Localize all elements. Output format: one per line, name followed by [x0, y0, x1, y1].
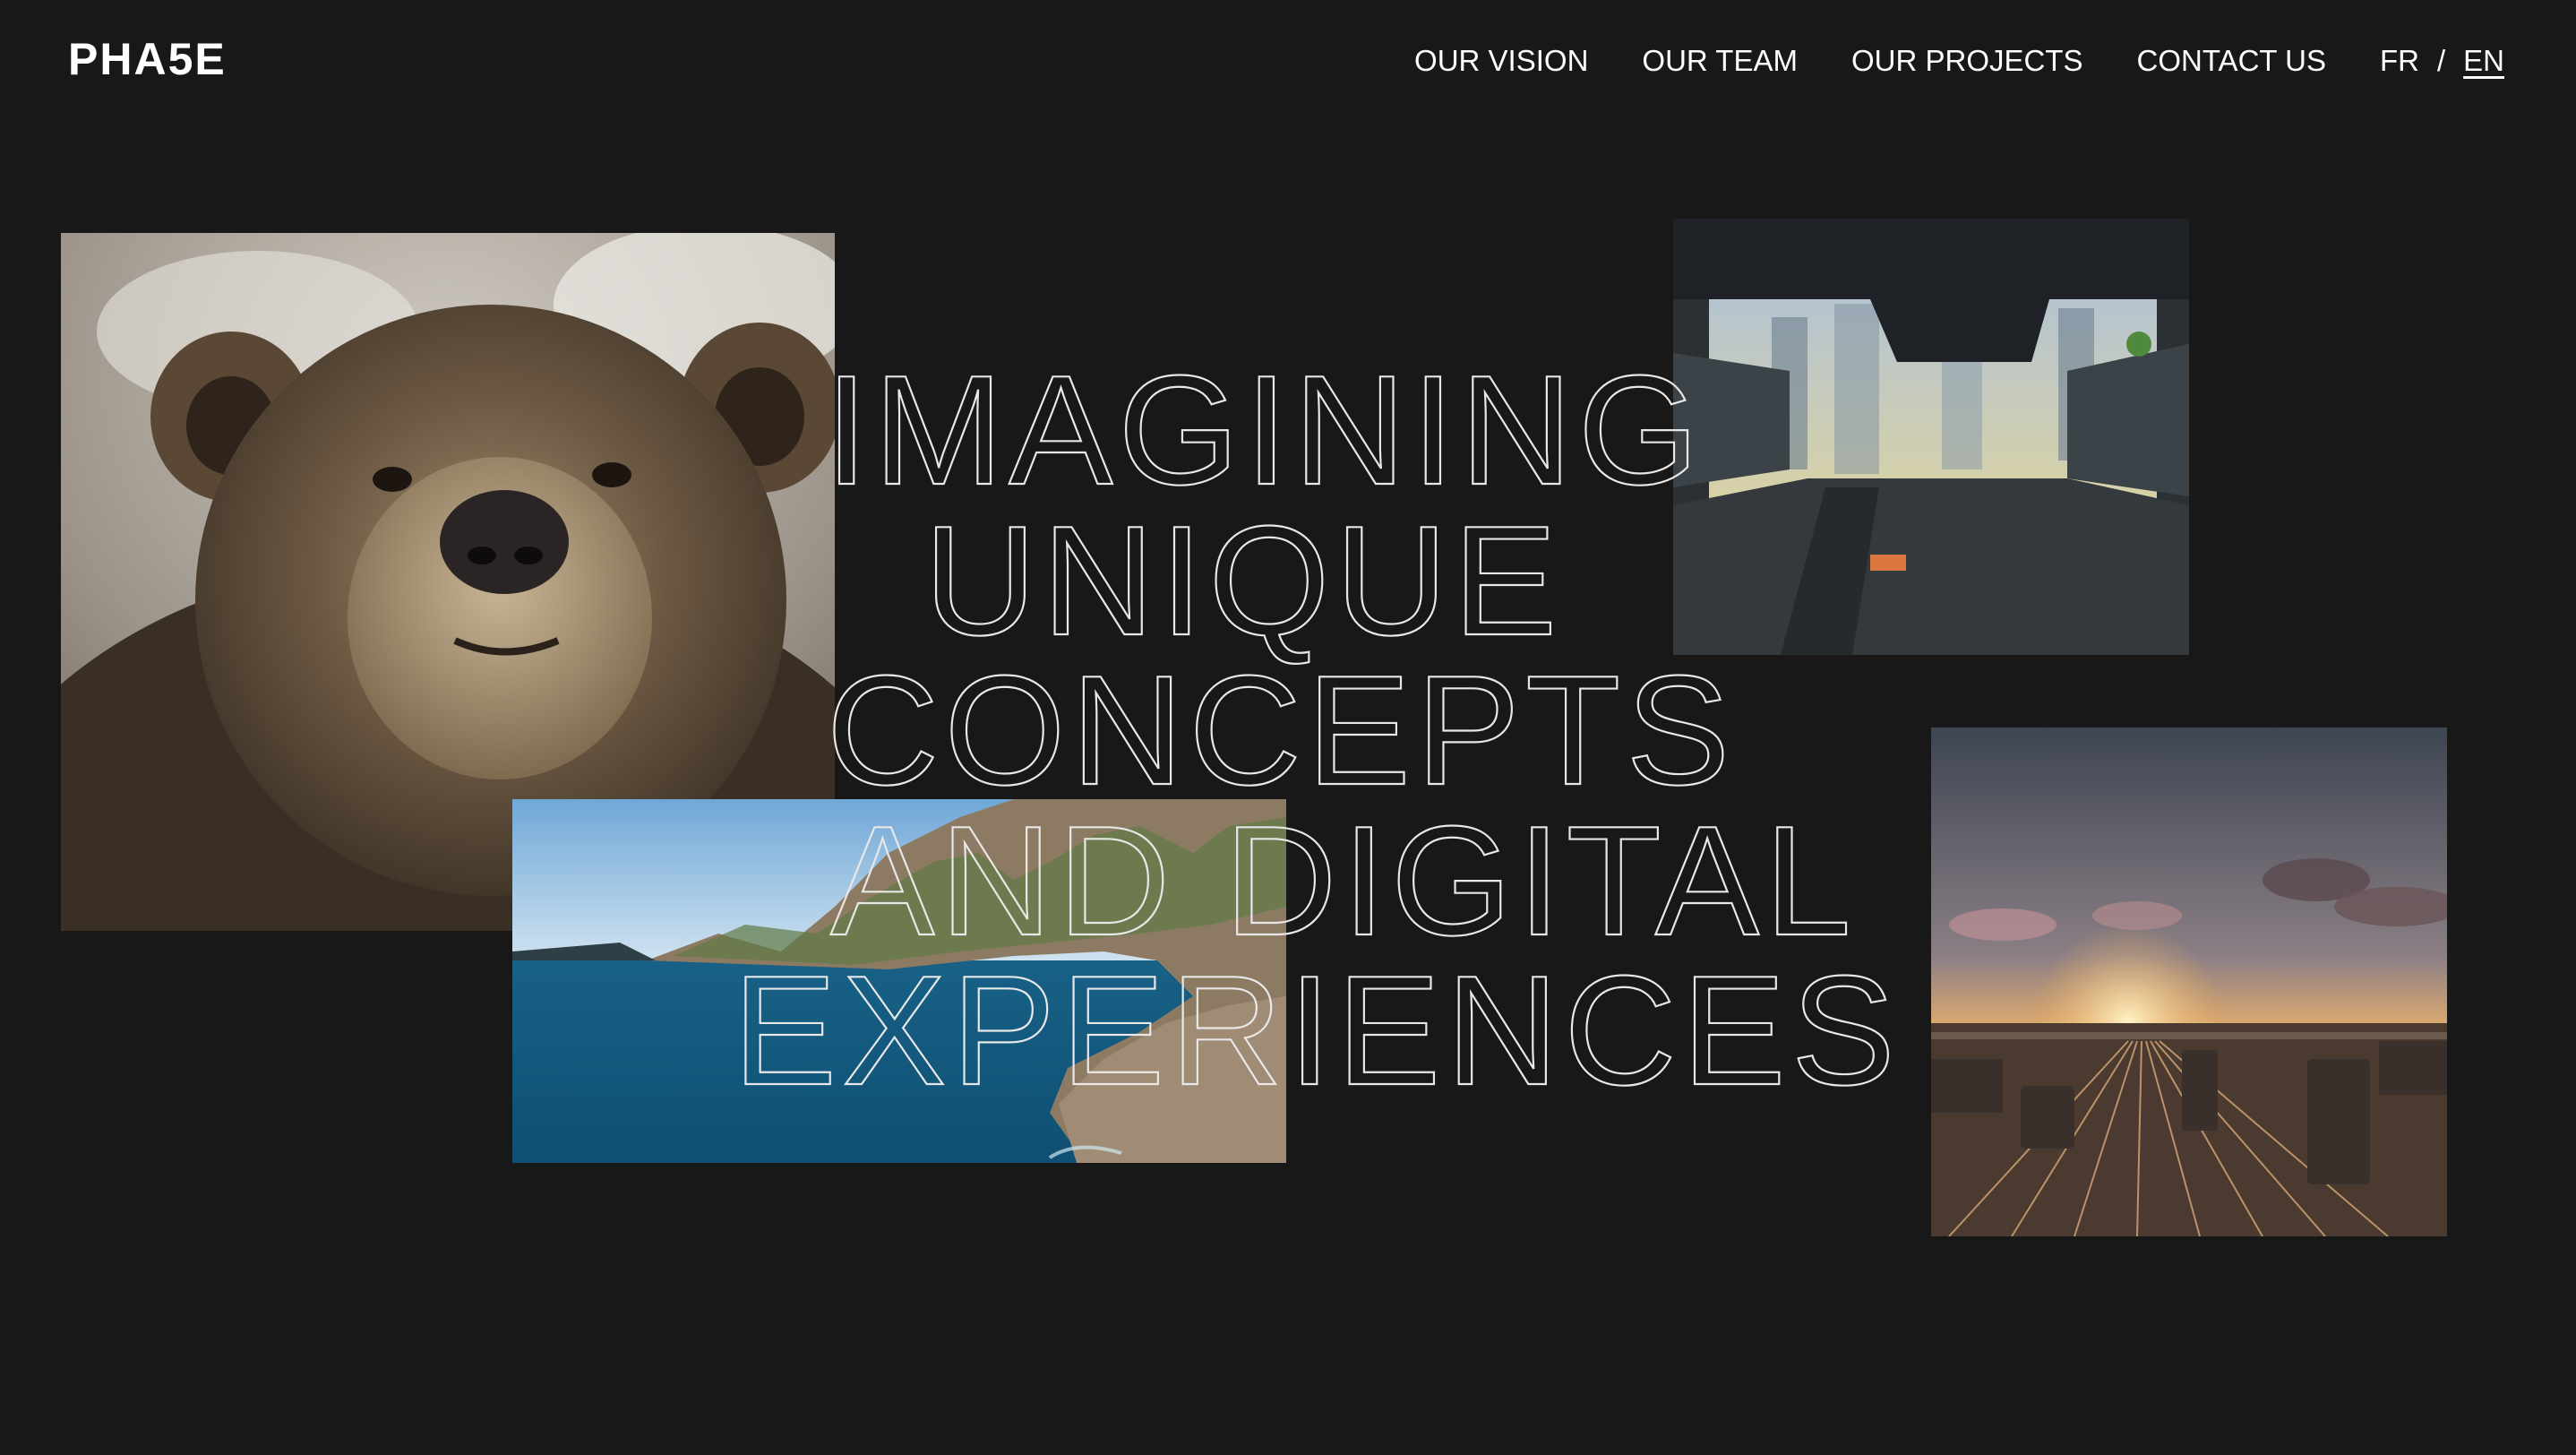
main-nav: OUR VISION OUR TEAM OUR PROJECTS CONTACT… [1414, 39, 2504, 82]
nav-link-our-team[interactable]: OUR TEAM [1642, 39, 1798, 82]
language-switcher: FR / EN [2380, 39, 2504, 82]
brand-logo[interactable]: PHA5E [68, 32, 227, 86]
coastline-photo [512, 799, 1286, 1163]
nav-link-our-projects[interactable]: OUR PROJECTS [1851, 39, 2083, 82]
lang-separator: / [2436, 44, 2446, 77]
headline-line-3: CONCEPTS [827, 642, 1736, 817]
corridor-photo [1673, 219, 2189, 655]
lang-en-link[interactable]: EN [2463, 39, 2504, 82]
nav-link-contact-us[interactable]: CONTACT US [2137, 39, 2326, 82]
lang-fr-link[interactable]: FR [2380, 39, 2419, 82]
railway-sunset-photo [1931, 728, 2447, 1236]
headline-line-1: IMAGINING [825, 342, 1704, 517]
nav-link-our-vision[interactable]: OUR VISION [1414, 39, 1588, 82]
headline-line-2: UNIQUE [924, 493, 1563, 667]
